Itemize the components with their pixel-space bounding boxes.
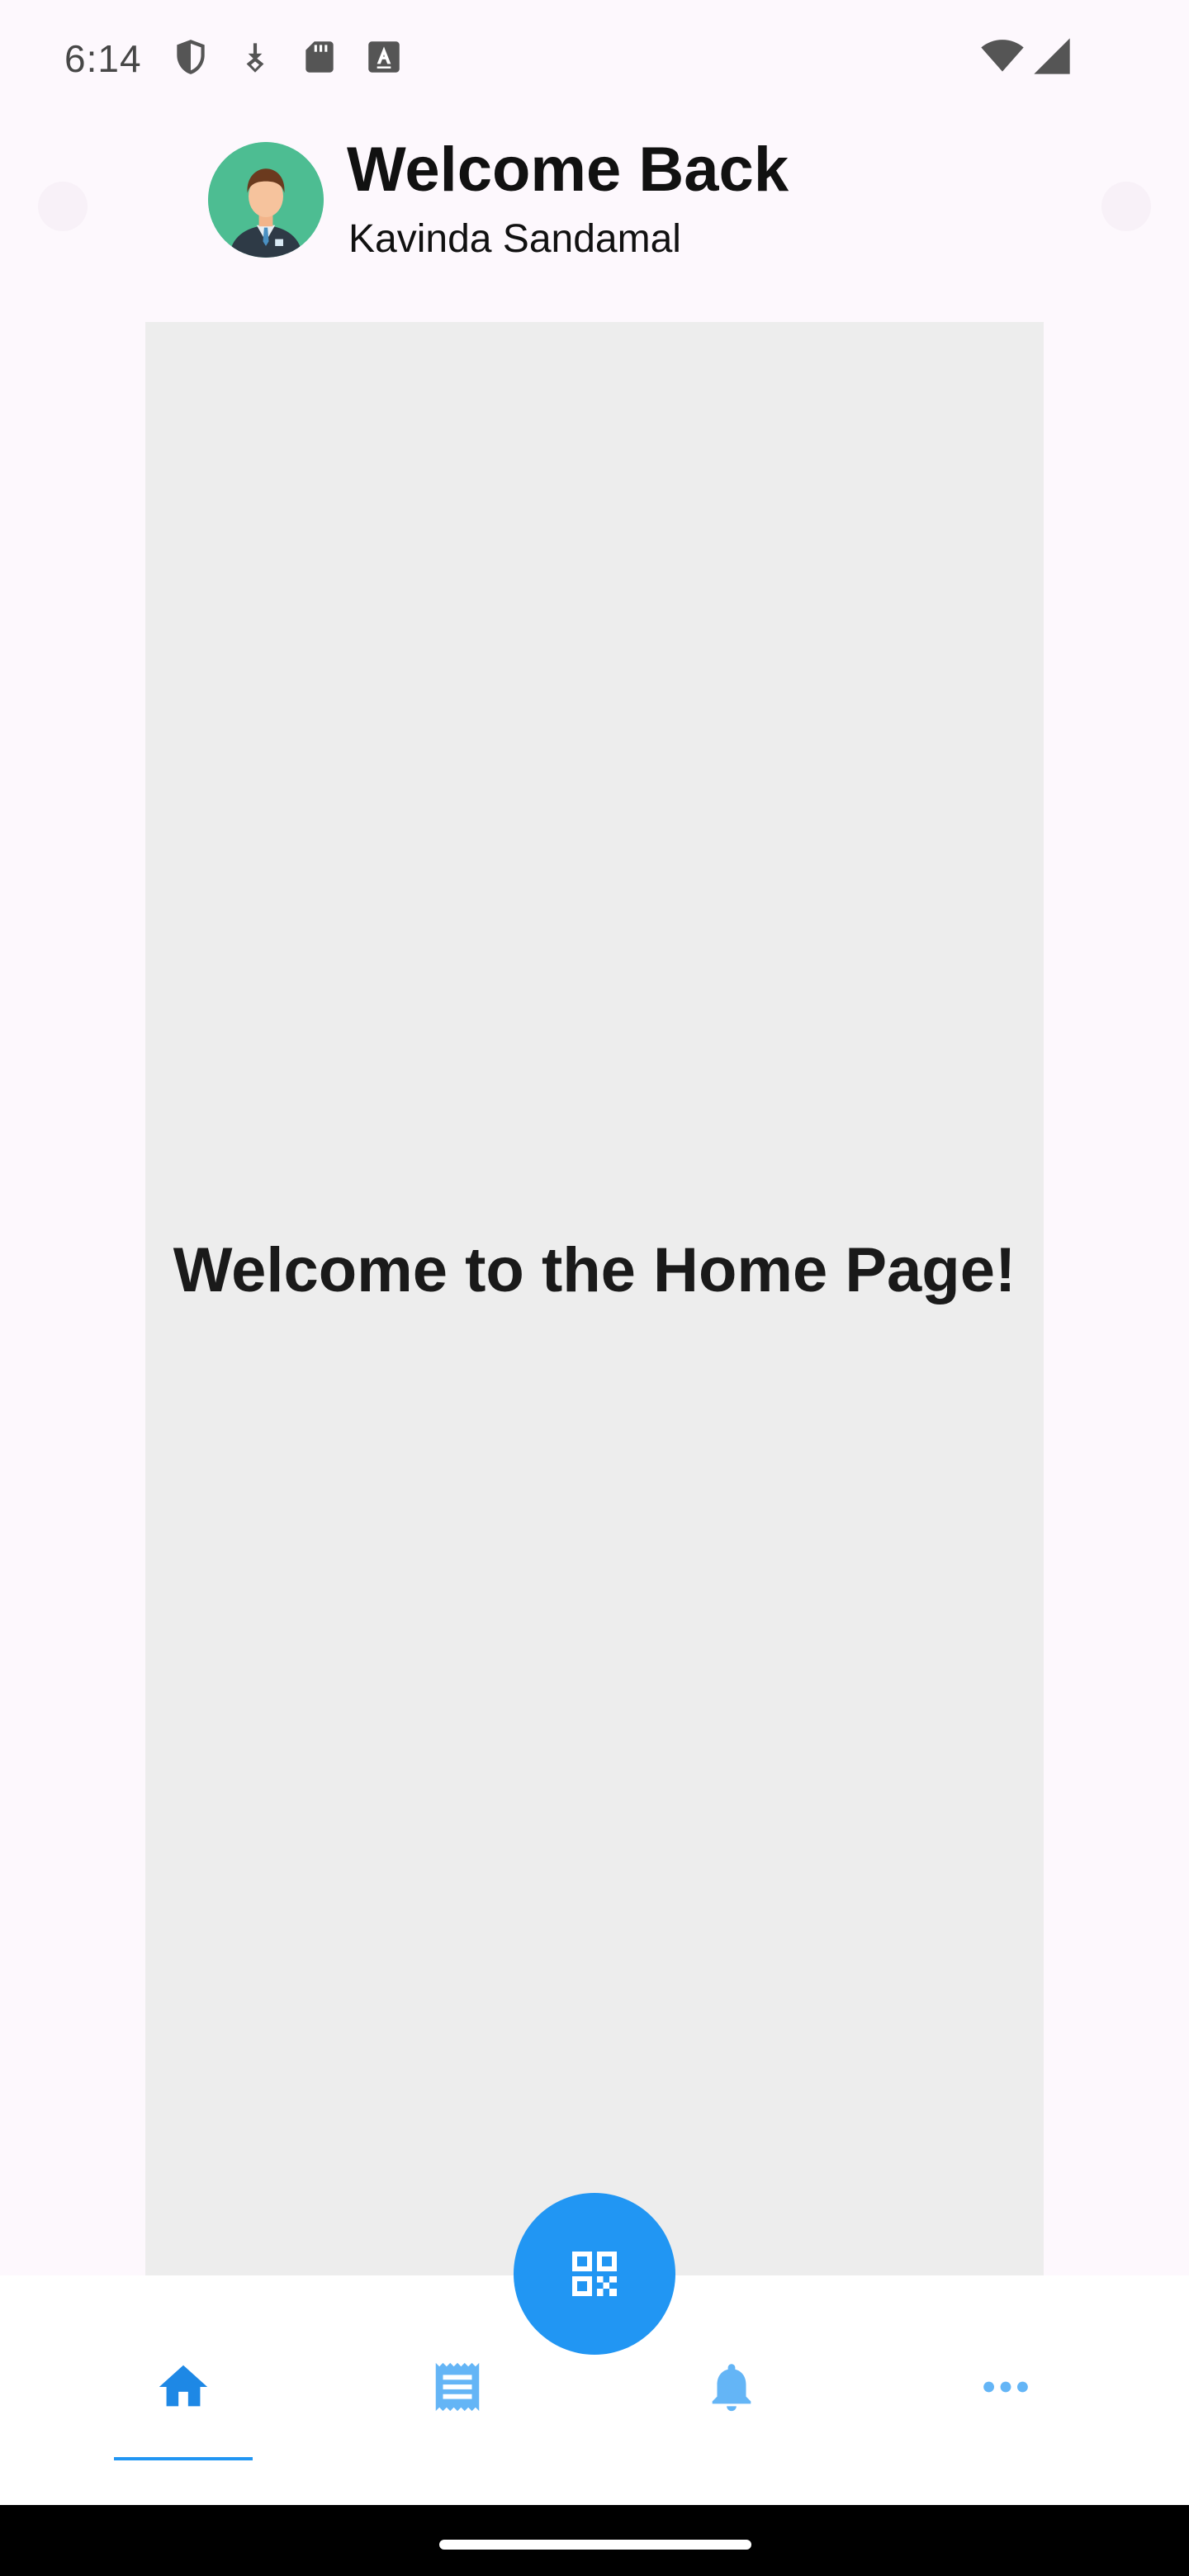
status-time: 6:14: [64, 37, 142, 80]
status-bar: 6:14: [0, 0, 1189, 116]
font-a-icon: [363, 36, 405, 78]
back-icon[interactable]: [38, 182, 88, 231]
cellular-signal-icon: [1030, 35, 1073, 78]
user-avatar-icon[interactable]: [208, 142, 324, 258]
bell-icon: [712, 2364, 751, 2412]
welcome-title: Welcome Back: [347, 135, 789, 205]
sd-card-icon: [299, 36, 340, 78]
forward-icon[interactable]: [1101, 182, 1151, 231]
home-icon: [159, 2365, 208, 2407]
qr-scan-button[interactable]: [514, 2193, 675, 2355]
nav-item-home[interactable]: [114, 2358, 253, 2457]
home-gesture-handle[interactable]: [439, 2540, 751, 2550]
header: Welcome Back Kavinda Sandamal: [0, 132, 1189, 297]
shield-icon: [170, 36, 211, 78]
receipt-icon: [435, 2362, 480, 2412]
system-navigation-bar: [0, 2505, 1189, 2576]
user-name: Kavinda Sandamal: [348, 217, 681, 261]
wifi-icon: [979, 33, 1026, 79]
screen: 6:14 Welcome Back Kavinda Sandamal Welco…: [0, 0, 1189, 2576]
home-welcome-message: Welcome to the Home Page!: [173, 1235, 1016, 1305]
nav-item-notifications[interactable]: [662, 2358, 801, 2457]
download-badge-icon: [234, 36, 276, 78]
nav-active-indicator: [114, 2457, 253, 2460]
nav-item-receipts[interactable]: [388, 2358, 527, 2457]
more-horizontal-icon: [983, 2381, 1028, 2393]
qr-code-icon: [572, 2252, 617, 2296]
home-content-panel: Welcome to the Home Page!: [145, 322, 1044, 2275]
nav-item-more[interactable]: [936, 2358, 1075, 2457]
